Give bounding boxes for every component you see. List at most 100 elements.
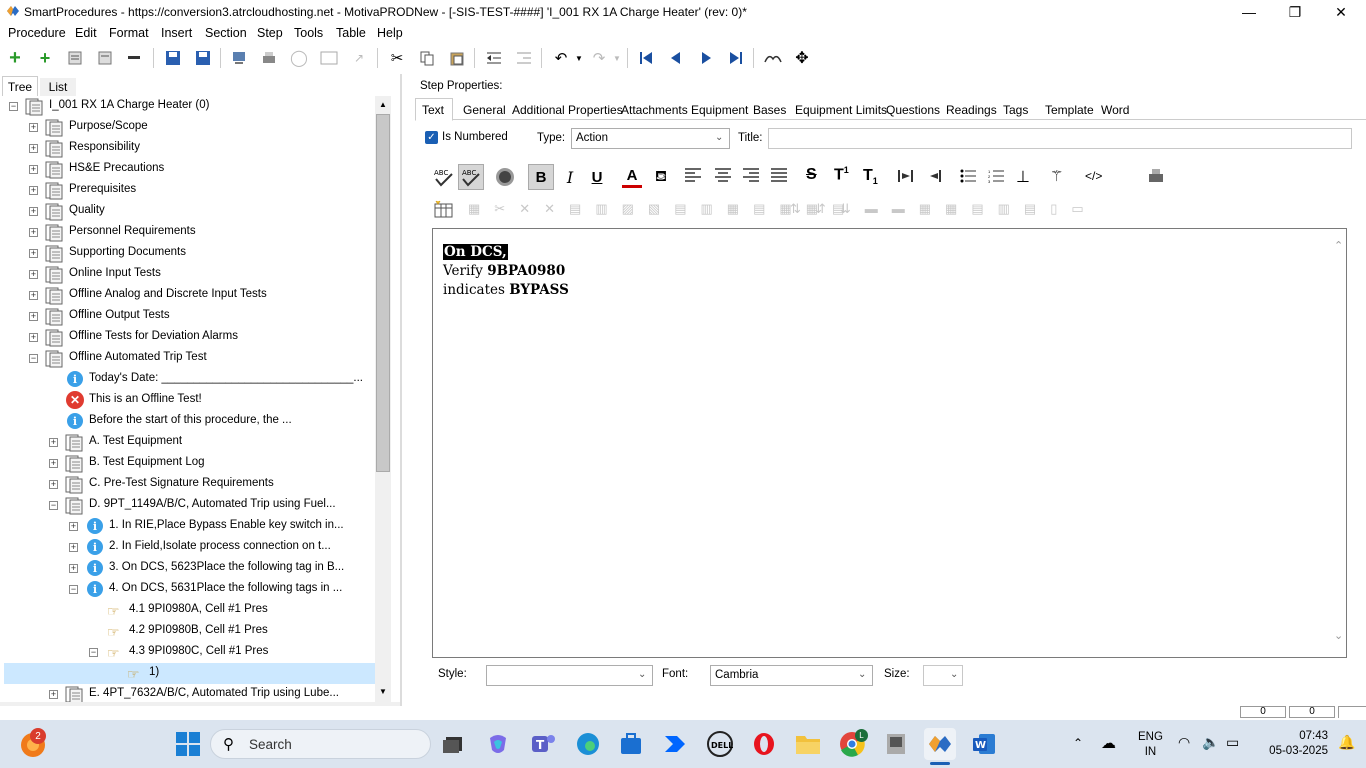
tab-equipment[interactable]: Equipment xyxy=(691,103,748,117)
type-select[interactable]: Action ⌄ xyxy=(571,128,730,149)
network-cloud-icon[interactable]: ☁ xyxy=(1101,734,1116,752)
tab-word[interactable]: Word xyxy=(1101,103,1129,117)
tree-item[interactable]: − ☞ 4.3 9PI0980C, Cell #1 Pres xyxy=(4,642,375,663)
superscript-button[interactable]: T1 xyxy=(834,165,849,184)
expand-icon[interactable]: + xyxy=(69,522,78,531)
language-indicator[interactable]: ENG IN xyxy=(1138,730,1163,760)
delete-icon[interactable] xyxy=(124,48,146,68)
add-child-icon[interactable]: + xyxy=(34,48,56,68)
copy-icon[interactable] xyxy=(416,48,438,68)
tree-item[interactable]: + E. 4PT_7632A/B/C, Automated Trip using … xyxy=(4,684,375,702)
expand-icon[interactable]: + xyxy=(29,144,38,153)
editor-line-2-tag[interactable]: 9BPA0980 xyxy=(487,263,565,279)
size-select[interactable]: ⌄ xyxy=(923,665,963,686)
magic-wand-icon[interactable]: ⚚ xyxy=(1050,167,1063,185)
increase-indent-icon[interactable] xyxy=(898,169,914,186)
align-left-icon[interactable] xyxy=(685,168,701,185)
subscript-button[interactable]: T1 xyxy=(863,167,878,186)
justify-icon[interactable] xyxy=(771,168,787,185)
editor-content[interactable]: On DCS, Verify 9BPA0980 indicates BYPASS xyxy=(443,243,569,300)
list-edit-icon[interactable] xyxy=(94,48,116,68)
maximize-button[interactable]: ❐ xyxy=(1272,0,1318,24)
bold-button[interactable]: B xyxy=(528,164,554,190)
menu-procedure[interactable]: Procedure xyxy=(8,26,66,40)
editor-line-1[interactable]: On DCS, xyxy=(443,244,508,260)
battery-icon[interactable]: ▭ xyxy=(1226,734,1239,751)
expand-icon[interactable]: + xyxy=(29,186,38,195)
editor-line-3-status[interactable]: BYPASS xyxy=(509,282,569,298)
tree-item[interactable]: ✕ This is an Offline Test! xyxy=(4,390,375,411)
editor-line-3-text[interactable]: indicates xyxy=(443,282,509,298)
html-source-icon[interactable]: </> xyxy=(1085,169,1102,183)
copilot-icon[interactable] xyxy=(482,728,514,760)
tab-template[interactable]: Template xyxy=(1045,103,1094,117)
menu-step[interactable]: Step xyxy=(257,26,283,40)
last-step-icon[interactable] xyxy=(725,48,747,68)
tree-item[interactable]: ☞ 4.1 9PI0980A, Cell #1 Pres xyxy=(4,600,375,621)
font-select[interactable]: Cambria ⌄ xyxy=(710,665,873,686)
collapse-icon[interactable]: − xyxy=(29,354,38,363)
expand-icon[interactable]: + xyxy=(49,480,58,489)
menu-format[interactable]: Format xyxy=(109,26,149,40)
find-icon[interactable] xyxy=(762,48,784,68)
tab-tree[interactable]: Tree xyxy=(2,76,38,96)
store-icon[interactable] xyxy=(615,728,647,760)
expand-icon[interactable]: + xyxy=(29,165,38,174)
close-button[interactable]: ✕ xyxy=(1318,0,1364,24)
editor-line-2-text[interactable]: Verify xyxy=(443,263,487,279)
power-automate-icon[interactable] xyxy=(659,728,691,760)
window-icon[interactable] xyxy=(318,48,340,68)
align-right-icon[interactable] xyxy=(743,168,759,185)
tree-item[interactable]: + i 1. In RIE,Place Bypass Enable key swit… xyxy=(4,516,375,537)
collapse-icon[interactable]: − xyxy=(49,501,58,510)
tree-item[interactable]: i Before the start of this procedure, the… xyxy=(4,411,375,432)
minimize-button[interactable]: — xyxy=(1226,0,1272,24)
print-icon[interactable] xyxy=(258,48,280,68)
tree-item[interactable]: − Offline Automated Trip Test xyxy=(4,348,375,369)
start-windows-icon[interactable] xyxy=(172,728,204,760)
numbered-list-icon[interactable]: 123 xyxy=(988,169,1004,186)
expand-icon[interactable]: + xyxy=(29,312,38,321)
tree-item[interactable]: − i 4. On DCS, 5631Place the following tag… xyxy=(4,579,375,600)
tab-general[interactable]: General xyxy=(463,103,506,117)
smartprocedures-taskbar-icon[interactable] xyxy=(924,728,956,760)
export-icon[interactable] xyxy=(228,48,250,68)
save-all-icon[interactable] xyxy=(162,48,184,68)
cut-icon[interactable]: ✂ xyxy=(386,48,408,68)
print-preview-icon[interactable] xyxy=(1147,167,1165,188)
expand-icon[interactable]: + xyxy=(29,123,38,132)
color-wheel-icon[interactable] xyxy=(496,168,514,186)
tree-item[interactable]: + Prerequisites xyxy=(4,180,375,201)
tab-list[interactable]: List xyxy=(40,78,76,96)
menu-insert[interactable]: Insert xyxy=(161,26,192,40)
redo-dropdown-icon[interactable]: ▼ xyxy=(606,48,628,68)
word-icon[interactable]: W xyxy=(968,728,1000,760)
taskbar-search[interactable]: ⚲ Search xyxy=(210,729,431,759)
tree-item[interactable]: + Personnel Requirements xyxy=(4,222,375,243)
tree-item[interactable]: + Online Input Tests xyxy=(4,264,375,285)
strikethrough-button[interactable]: S xyxy=(806,166,817,184)
tree-item[interactable]: + i 2. In Field,Isolate process connection… xyxy=(4,537,375,558)
next-step-icon[interactable] xyxy=(695,48,717,68)
tab-attachments[interactable]: Attachments xyxy=(621,103,688,117)
tree-item[interactable]: + C. Pre-Test Signature Requirements xyxy=(4,474,375,495)
volume-icon[interactable]: 🔈 xyxy=(1202,734,1219,751)
tab-text[interactable]: Text xyxy=(422,103,444,117)
tree-item[interactable]: + Offline Output Tests xyxy=(4,306,375,327)
tree-item[interactable]: + A. Test Equipment xyxy=(4,432,375,453)
paste-icon[interactable] xyxy=(446,48,468,68)
expand-icon[interactable]: + xyxy=(29,249,38,258)
expand-icon[interactable]: + xyxy=(69,564,78,573)
expand-icon[interactable]: + xyxy=(29,333,38,342)
step-text-editor[interactable]: On DCS, Verify 9BPA0980 indicates BYPASS… xyxy=(432,228,1347,658)
list-icon[interactable] xyxy=(64,48,86,68)
tree-item[interactable]: + Offline Analog and Discrete Input Tests xyxy=(4,285,375,306)
undo-dropdown-icon[interactable]: ▼ xyxy=(568,48,590,68)
scroll-down-arrow-icon[interactable]: ▼ xyxy=(379,687,387,696)
scroll-up-arrow-icon[interactable]: ▲ xyxy=(379,100,387,109)
menu-help[interactable]: Help xyxy=(377,26,403,40)
font-color-icon[interactable]: A xyxy=(622,166,642,188)
panel-splitter[interactable] xyxy=(400,74,402,706)
tree-item[interactable]: + HS&E Precautions xyxy=(4,159,375,180)
file-explorer-icon[interactable] xyxy=(792,728,824,760)
